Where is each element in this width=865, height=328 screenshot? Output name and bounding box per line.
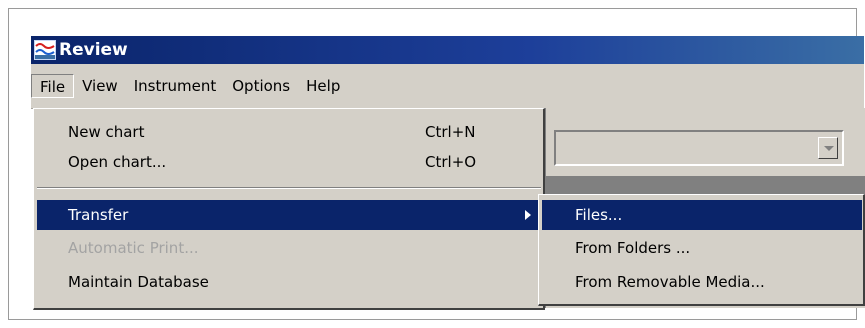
menu-item-label: Automatic Print... — [68, 239, 199, 257]
submenu-item-from-folders[interactable]: From Folders ... — [542, 233, 862, 263]
menu-item-transfer[interactable]: Transfer — [37, 200, 541, 230]
menu-item-label: New chart — [68, 123, 145, 141]
menu-item-label: Transfer — [68, 206, 129, 224]
combo-dropdown-button[interactable] — [818, 137, 838, 159]
menu-file[interactable]: File — [31, 74, 75, 98]
menu-item-label: Maintain Database — [68, 273, 209, 291]
review-app-icon — [34, 40, 56, 60]
submenu-item-from-removable-media[interactable]: From Removable Media... — [542, 267, 862, 297]
menu-options[interactable]: Options — [224, 74, 298, 98]
menu-item-automatic-print: Automatic Print... — [37, 233, 541, 263]
window-title: Review — [59, 40, 128, 60]
toolbar-strip — [546, 176, 865, 196]
menu-item-label: Open chart... — [68, 153, 167, 171]
menu-help[interactable]: Help — [298, 74, 348, 98]
submenu-item-label: From Folders ... — [575, 239, 691, 257]
menu-instrument[interactable]: Instrument — [126, 74, 225, 98]
file-menu-dropdown: New chart Ctrl+N Open chart... Ctrl+O Tr… — [33, 108, 545, 310]
menu-item-shortcut: Ctrl+O — [425, 153, 477, 171]
chevron-down-icon — [824, 146, 834, 151]
submenu-item-label: From Removable Media... — [575, 273, 765, 291]
transfer-submenu: Files... From Folders ... From Removable… — [538, 194, 865, 306]
menu-item-maintain-database[interactable]: Maintain Database — [37, 267, 541, 297]
menu-item-shortcut: Ctrl+N — [425, 123, 476, 141]
submenu-item-files[interactable]: Files... — [542, 200, 862, 230]
menu-item-open-chart[interactable]: Open chart... Ctrl+O — [37, 147, 541, 177]
title-bar: Review — [31, 36, 864, 64]
menu-item-new-chart[interactable]: New chart Ctrl+N — [37, 117, 541, 147]
menu-view[interactable]: View — [74, 74, 126, 98]
menu-bar: File View Instrument Options Help — [31, 64, 864, 109]
submenu-item-label: Files... — [575, 206, 623, 224]
chevron-right-icon — [525, 210, 531, 220]
menu-separator — [37, 187, 541, 189]
combo-box[interactable] — [554, 130, 844, 166]
